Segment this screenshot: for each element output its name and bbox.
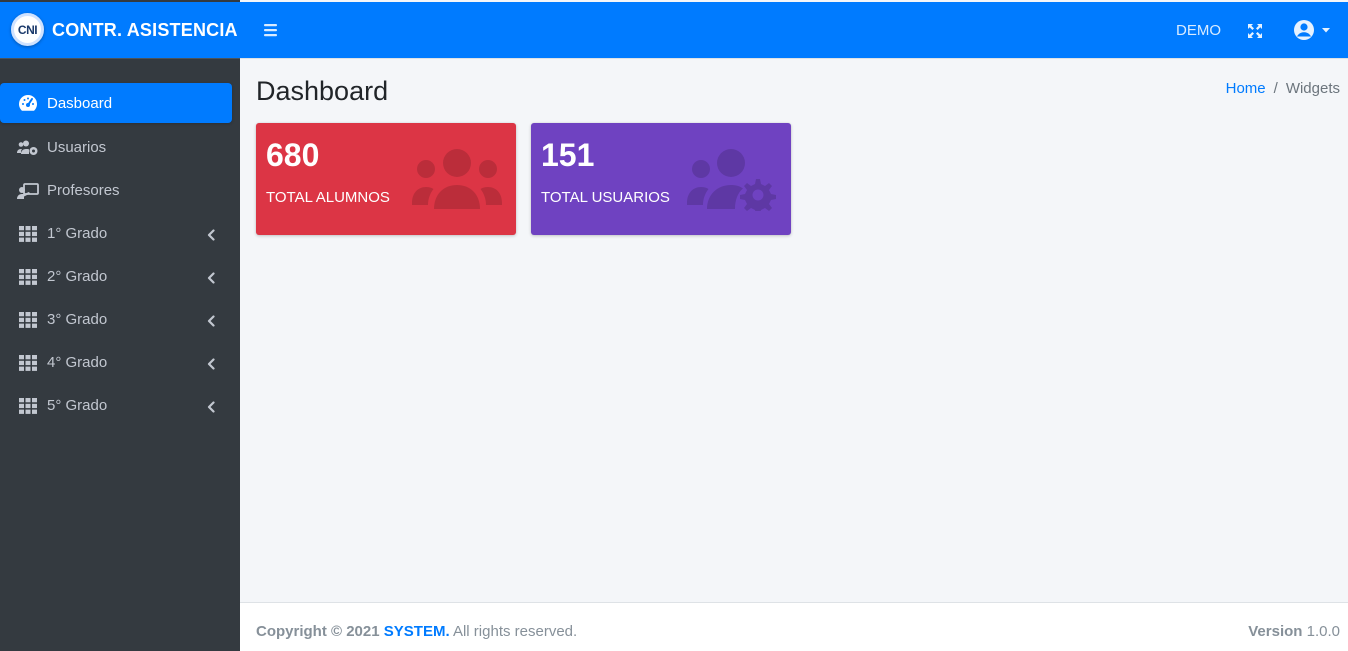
widget-value: 680 [266,137,320,173]
tachometer-icon [17,94,39,112]
chevron-left-icon [206,400,216,413]
demo-link[interactable]: DEMO [1176,22,1221,39]
hamburger-menu-icon[interactable] [262,22,280,38]
breadcrumb-separator: / [1273,80,1278,97]
brand-logo: CNI [11,13,44,46]
chevron-left-icon [206,228,216,241]
sidebar-nav: Dasboard Usuarios Profesores 1° Grado 2°… [0,83,240,427]
sidebar-item-grado-3[interactable]: 3° Grado [0,298,232,341]
widget-value: 151 [541,137,595,173]
sidebar: CNI CONTR. ASISTENCIA Dasboard Usuarios … [0,0,240,651]
content-wrapper: Dashboard Home / Widgets 680 TOTAL ALUMNOS… [240,59,1348,602]
sidebar-item-grado-4[interactable]: 4° Grado [0,341,232,384]
widget-label: TOTAL ALUMNOS [266,189,390,206]
total-usuarios-widget: 151 TOTAL USUARIOS [531,123,791,235]
chevron-left-icon [206,271,216,284]
sidebar-item-grado-5[interactable]: 5° Grado [0,384,232,427]
chevron-left-icon [206,357,216,370]
grid-icon [17,397,39,415]
breadcrumb: Home / Widgets [1226,80,1340,97]
sidebar-item-label: 2° Grado [47,268,108,285]
sidebar-item-label: Profesores [47,182,120,199]
version-value: 1.0.0 [1306,623,1340,640]
breadcrumb-current: Widgets [1285,80,1340,97]
version-label: Version [1248,623,1303,640]
sidebar-item-label: 1° Grado [47,225,108,242]
chalkboard-teacher-icon [17,182,39,200]
sidebar-item-label: Dasboard [47,94,113,112]
sidebar-item-label: 5° Grado [47,397,108,414]
system-link[interactable]: SYSTEM. [384,623,450,640]
page-title: Dashboard [256,76,389,106]
sidebar-item-label: 4° Grado [47,354,108,371]
footer-version: Version 1.0.0 [1248,623,1340,640]
grid-icon [17,354,39,372]
users-cog-icon [687,147,779,216]
rights-text: All rights reserved. [452,623,578,640]
sidebar-item-grado-1[interactable]: 1° Grado [0,212,232,255]
sidebar-item-usuarios[interactable]: Usuarios [0,126,232,169]
breadcrumb-home-link[interactable]: Home [1226,80,1266,97]
users-icon [412,147,502,216]
sidebar-item-label: Usuarios [47,139,107,156]
sidebar-item-grado-2[interactable]: 2° Grado [0,255,232,298]
sidebar-item-label: 3° Grado [47,311,108,328]
footer: Copyright © 2021 SYSTEM. All rights rese… [240,602,1348,651]
chevron-left-icon [206,314,216,327]
copyright-text: Copyright © 2021 [256,623,380,640]
brand-title: CONTR. ASISTENCIA [52,20,238,40]
grid-icon [17,311,39,329]
sidebar-item-profesores[interactable]: Profesores [0,169,232,212]
footer-copyright: Copyright © 2021 SYSTEM. All rights rese… [256,623,577,640]
widget-label: TOTAL USUARIOS [541,189,670,206]
total-alumnos-widget: 680 TOTAL ALUMNOS [256,123,516,235]
grid-icon [17,268,39,286]
fullscreen-icon[interactable] [1247,23,1263,39]
user-menu-button[interactable] [1292,18,1334,42]
top-navbar: DEMO [240,2,1348,59]
users-cog-icon [17,139,39,157]
brand-link[interactable]: CNI CONTR. ASISTENCIA [0,2,240,59]
sidebar-item-dashboard[interactable]: Dasboard [0,83,232,123]
grid-icon [17,225,39,243]
